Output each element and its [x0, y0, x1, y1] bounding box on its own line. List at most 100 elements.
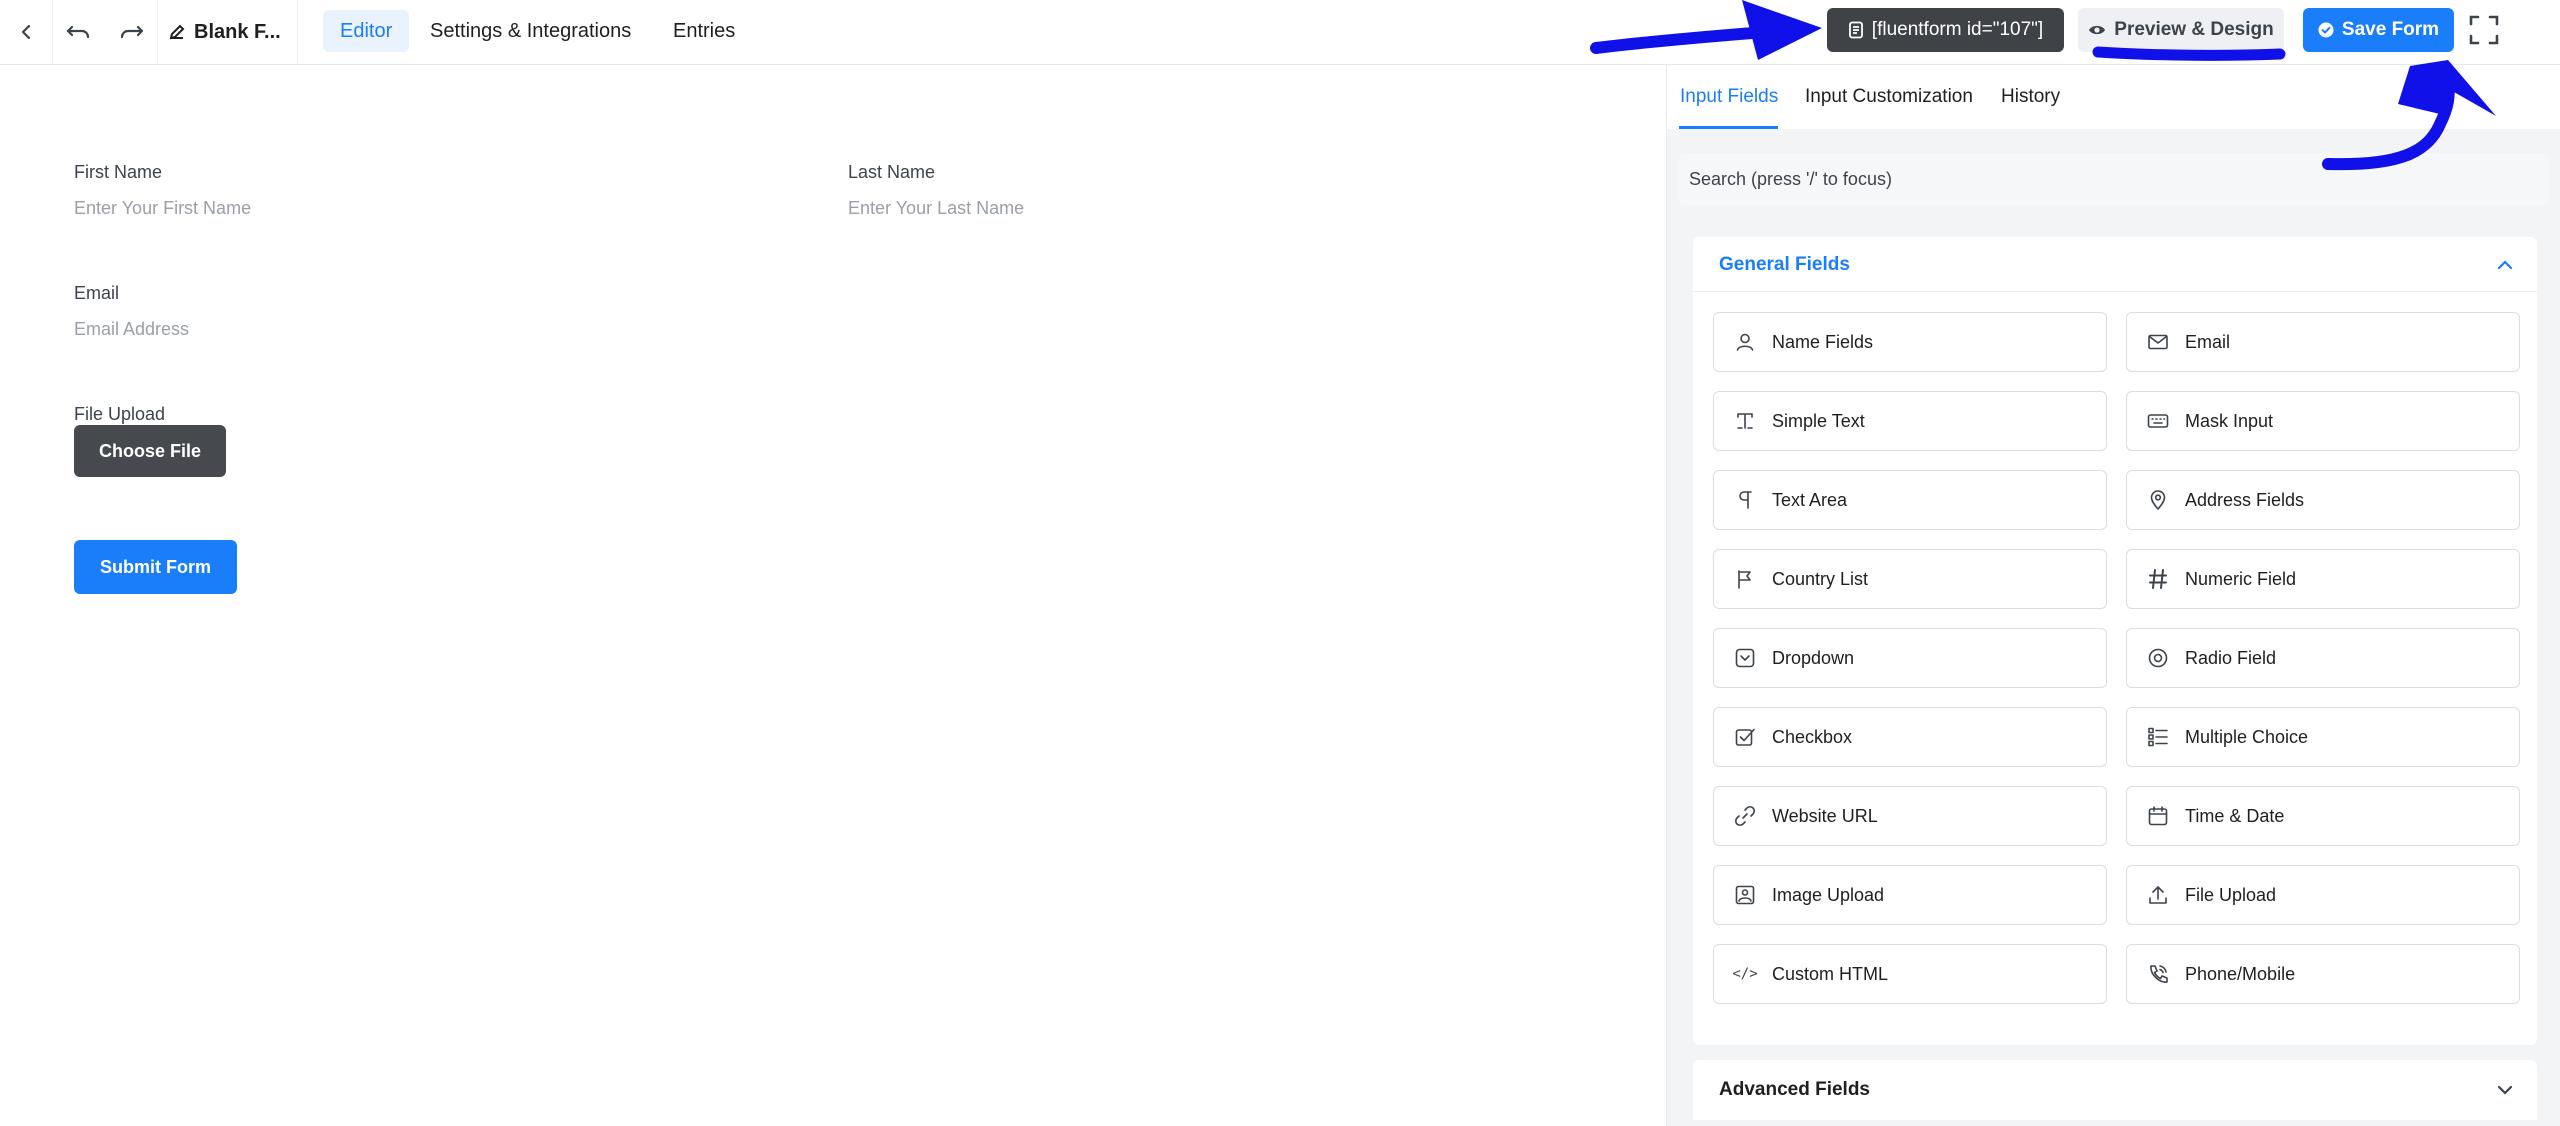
- field-label: Radio Field: [2185, 647, 2277, 668]
- panel-tabs: Input Fields Input Customization History: [1667, 65, 2560, 129]
- field-website-url[interactable]: Website URL: [1713, 786, 2107, 846]
- preview-design-button[interactable]: Preview & Design: [2078, 8, 2284, 52]
- field-label: Country List: [1772, 568, 1869, 589]
- calendar-icon: [2147, 805, 2169, 827]
- field-label: Image Upload: [1772, 884, 1885, 905]
- field-simple-text[interactable]: Simple Text: [1713, 391, 2107, 451]
- undo-icon: [66, 25, 90, 39]
- general-fields-title: General Fields: [1719, 253, 1850, 275]
- field-label: Email: [2185, 331, 2231, 352]
- tab-settings-integrations[interactable]: Settings & Integrations: [413, 10, 648, 52]
- field-numeric-field[interactable]: Numeric Field: [2126, 549, 2520, 609]
- chevron-up-icon: [2493, 253, 2517, 277]
- field-text-area[interactable]: Text Area: [1713, 470, 2107, 530]
- file-upload-label: File Upload: [74, 404, 166, 424]
- form-title[interactable]: Blank F...: [168, 0, 281, 64]
- submit-form-button[interactable]: Submit Form: [74, 540, 237, 594]
- shortcode-button[interactable]: [fluentform id="107"]: [1827, 8, 2064, 52]
- field-label: Simple Text: [1772, 410, 1865, 431]
- field-address-fields[interactable]: Address Fields: [2126, 470, 2520, 530]
- email-input[interactable]: [74, 319, 674, 340]
- field-time-date[interactable]: Time & Date: [2126, 786, 2520, 846]
- choose-file-button[interactable]: Choose File: [74, 425, 226, 477]
- last-name-input[interactable]: [848, 198, 1448, 219]
- field-country-list[interactable]: Country List: [1713, 549, 2107, 609]
- text-cursor-icon: [1734, 410, 1756, 432]
- tab-input-customization-label: Input Customization: [1805, 86, 1973, 107]
- field-label: Address Fields: [2185, 489, 2305, 510]
- tab-editor-label: Editor: [340, 19, 393, 42]
- fullscreen-icon: [2469, 15, 2499, 45]
- email-label: Email: [74, 283, 120, 303]
- tab-input-fields[interactable]: Input Fields: [1680, 65, 1778, 129]
- check-circle-icon: [2318, 22, 2334, 38]
- active-tab-indicator: [1679, 126, 1778, 129]
- eye-icon: [2089, 25, 2106, 35]
- field-label: Dropdown: [1772, 647, 1855, 668]
- chevron-left-icon: [21, 24, 31, 40]
- tab-history-label: History: [2001, 86, 2061, 107]
- field-image-upload[interactable]: Image Upload: [1713, 865, 2107, 925]
- shortcode-text: [fluentform id="107"]: [1871, 19, 2044, 40]
- field-name-fields[interactable]: Name Fields: [1713, 312, 2107, 372]
- preview-label: Preview & Design: [2114, 19, 2274, 40]
- top-bar: Blank F... Editor Settings & Integration…: [0, 0, 2560, 65]
- checkbox-icon: [1734, 726, 1756, 748]
- flag-icon: [1734, 568, 1756, 590]
- general-fields-header[interactable]: General Fields: [1693, 237, 2537, 292]
- envelope-icon: [2147, 331, 2169, 353]
- field-label: File Upload: [2185, 884, 2277, 905]
- first-name-input[interactable]: [74, 198, 674, 219]
- tab-editor[interactable]: Editor: [323, 10, 410, 52]
- tab-history[interactable]: History: [2001, 65, 2060, 129]
- fullscreen-button[interactable]: [2468, 14, 2500, 46]
- field-label: Custom HTML: [1772, 963, 1889, 984]
- tab-entries[interactable]: Entries: [656, 10, 752, 52]
- undo-button[interactable]: [53, 0, 105, 64]
- general-fields-group: General Fields Name Fields Simple Text T…: [1693, 237, 2537, 1045]
- field-label: Multiple Choice: [2185, 726, 2309, 747]
- field-label: Text Area: [1772, 489, 1848, 510]
- redo-button[interactable]: [105, 0, 157, 64]
- field-checkbox[interactable]: Checkbox: [1713, 707, 2107, 767]
- back-button[interactable]: [0, 0, 52, 64]
- first-name-label: First Name: [74, 162, 163, 182]
- chevron-down-icon: [2493, 1078, 2517, 1102]
- advanced-fields-header[interactable]: Advanced Fields: [1693, 1060, 2537, 1120]
- code-icon: </>: [1732, 966, 1758, 982]
- field-file-upload[interactable]: File Upload: [2126, 865, 2520, 925]
- field-mask-input[interactable]: Mask Input: [2126, 391, 2520, 451]
- phone-icon: [2147, 963, 2169, 985]
- field-email[interactable]: Email: [2126, 312, 2520, 372]
- field-radio-field[interactable]: Radio Field: [2126, 628, 2520, 688]
- map-pin-icon: [2147, 489, 2169, 511]
- last-name-label: Last Name: [848, 162, 936, 182]
- field-label: Name Fields: [1772, 331, 1874, 352]
- save-label: Save Form: [2341, 19, 2440, 40]
- redo-icon: [120, 25, 144, 39]
- save-form-button[interactable]: Save Form: [2303, 8, 2454, 52]
- tab-input-customization[interactable]: Input Customization: [1805, 65, 1973, 129]
- field-multiple-choice[interactable]: Multiple Choice: [2126, 707, 2520, 767]
- field-dropdown[interactable]: Dropdown: [1713, 628, 2107, 688]
- list-icon: [2147, 726, 2169, 748]
- choose-file-label: Choose File: [98, 440, 201, 461]
- field-phone-mobile[interactable]: Phone/Mobile: [2126, 944, 2520, 1004]
- image-icon: [1734, 884, 1756, 906]
- paragraph-icon: [1734, 489, 1756, 511]
- submit-label: Submit Form: [100, 556, 211, 577]
- field-label: Numeric Field: [2185, 568, 2297, 589]
- hash-icon: [2147, 568, 2169, 590]
- keyboard-icon: [2147, 410, 2169, 432]
- field-search-input[interactable]: [1679, 153, 2549, 205]
- link-icon: [1734, 805, 1756, 827]
- field-label: Mask Input: [2185, 410, 2274, 431]
- advanced-fields-title: Advanced Fields: [1719, 1079, 1870, 1100]
- document-icon: [1848, 21, 1863, 39]
- field-label: Website URL: [1772, 805, 1878, 826]
- form-title-text: Blank F...: [194, 20, 281, 43]
- user-icon: [1734, 331, 1756, 353]
- fields-panel: Input Fields Input Customization History…: [1666, 65, 2560, 1126]
- field-custom-html[interactable]: </> Custom HTML: [1713, 944, 2107, 1004]
- upload-icon: [2147, 884, 2169, 906]
